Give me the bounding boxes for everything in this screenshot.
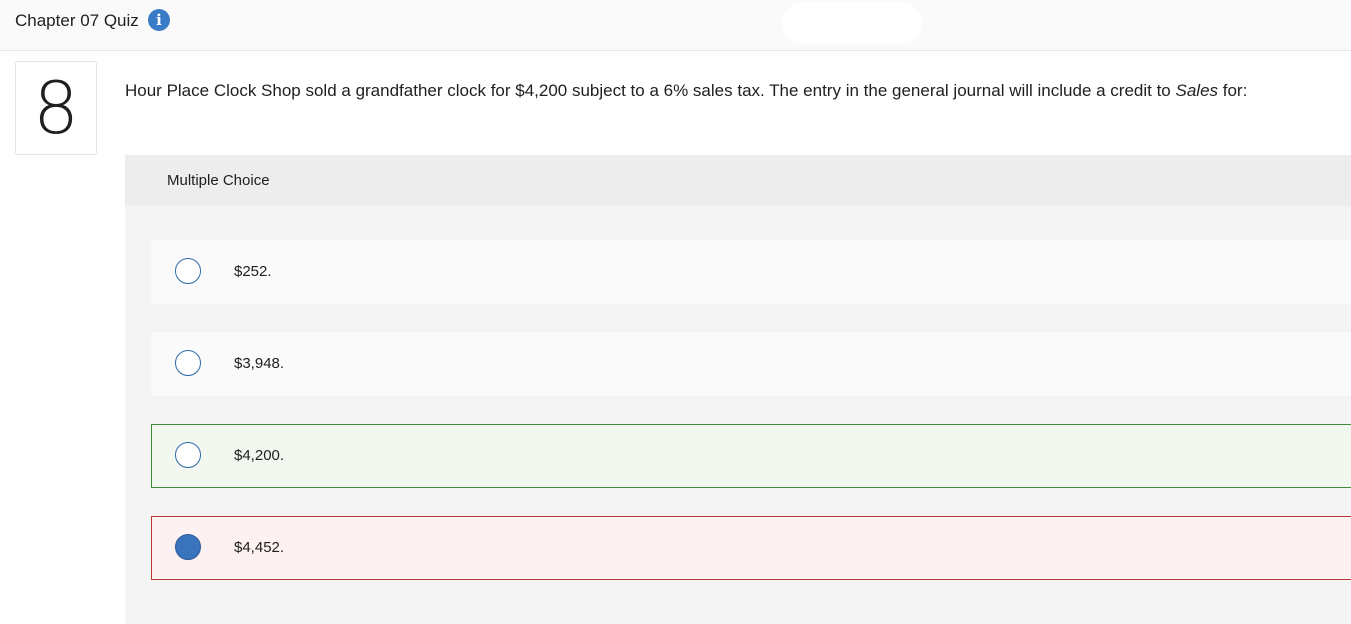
multiple-choice-header: Multiple Choice [125,155,1351,206]
radio-button[interactable] [175,258,201,284]
question-number: 8 [33,66,79,150]
radio-button[interactable] [175,442,201,468]
option-4-incorrect[interactable]: $4,452. [151,516,1351,580]
question-number-box: 8 [15,61,97,155]
option-label: $4,200. [234,447,285,464]
option-label: $252. [234,263,272,280]
quiz-header: Chapter 07 Quiz i [0,0,1351,51]
radio-button-selected[interactable] [175,534,201,560]
multiple-choice-panel: Multiple Choice $252. $3,948. $4,200. $4… [125,155,1351,624]
radio-button[interactable] [175,350,201,376]
option-1[interactable]: $252. [151,240,1351,304]
option-label: $4,452. [234,539,285,556]
option-2[interactable]: $3,948. [151,332,1351,396]
header-blurred-area [782,2,922,44]
question-text: Hour Place Clock Shop sold a grandfather… [125,80,1345,102]
quiz-title: Chapter 07 Quiz [15,11,139,30]
question-text-after: for: [1218,81,1248,100]
multiple-choice-label: Multiple Choice [167,172,270,189]
option-label: $3,948. [234,355,285,372]
question-text-before: Hour Place Clock Shop sold a grandfather… [125,81,1176,100]
option-3-correct[interactable]: $4,200. [151,424,1351,488]
question-text-emphasis: Sales [1175,81,1219,100]
info-icon[interactable]: i [148,9,170,31]
